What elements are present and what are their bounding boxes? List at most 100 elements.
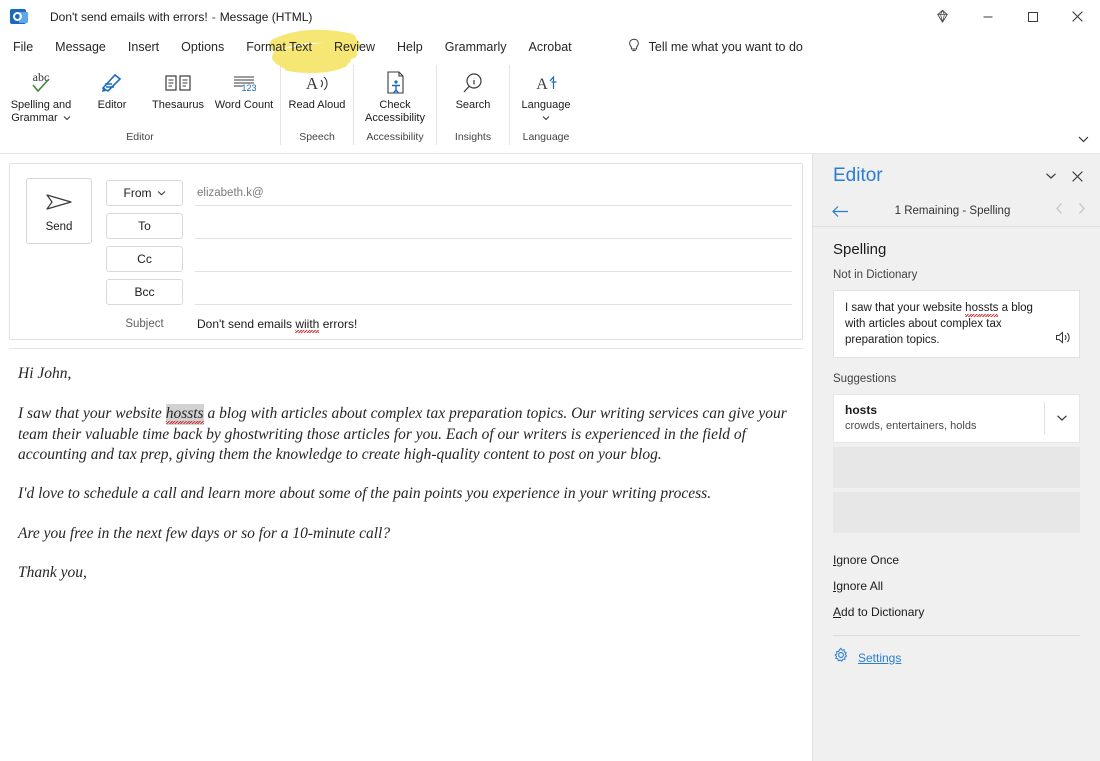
suggestion-placeholder-row: [833, 492, 1080, 533]
from-field-label: From: [124, 186, 152, 200]
ribbon-group-language: A Language Language: [509, 65, 582, 145]
window-doc-type: Message (HTML): [220, 10, 313, 24]
cc-field-value[interactable]: [195, 246, 792, 272]
chevron-down-icon[interactable]: [1044, 402, 1079, 434]
context-misspelled-word: hossts: [965, 300, 998, 316]
read-aloud-button[interactable]: A Read Aloud: [284, 65, 350, 112]
ribbon-group-language-label: Language: [513, 131, 579, 145]
tab-format-text[interactable]: Format Text: [235, 36, 323, 58]
suggestion-content: hosts crowds, entertainers, holds: [845, 402, 1044, 434]
to-field-value[interactable]: [195, 213, 792, 239]
body-paragraph-3: Are you free in the next few days or so …: [18, 524, 788, 544]
cc-field-row: Cc: [106, 242, 792, 275]
speaker-icon[interactable]: [1055, 330, 1072, 350]
ribbon-group-speech-label: Speech: [284, 131, 350, 145]
editor-pane-title: Editor: [833, 165, 1038, 187]
chevron-down-icon[interactable]: [63, 115, 71, 121]
context-before: I saw that your website: [845, 302, 965, 314]
subject-text-after: errors!: [319, 317, 357, 331]
ignore-all-link[interactable]: Ignore All: [833, 573, 1100, 599]
subject-input[interactable]: Don't send emails wiith errors!: [195, 317, 792, 331]
tell-me-search[interactable]: Tell me what you want to do: [627, 38, 803, 57]
spelling-and-grammar-button[interactable]: abc Spelling and Grammar: [3, 65, 79, 124]
svg-text:123: 123: [241, 83, 256, 93]
back-arrow-icon[interactable]: [831, 205, 857, 218]
check-accessibility-icon: [380, 68, 410, 98]
body-closing: Thank you,: [18, 563, 788, 583]
tab-file[interactable]: File: [2, 36, 44, 58]
add-to-dictionary-link[interactable]: Add to Dictionary: [833, 599, 1100, 625]
close-icon[interactable]: [1064, 163, 1090, 189]
suggestions-list: hosts crowds, entertainers, holds: [833, 394, 1080, 533]
editor-label: Editor: [98, 99, 127, 112]
editor-pane: Editor 1 Remaining - Spelling Spelling N…: [812, 154, 1100, 761]
read-aloud-icon: A: [302, 68, 332, 98]
tab-acrobat[interactable]: Acrobat: [518, 36, 583, 58]
from-field[interactable]: From: [106, 180, 183, 206]
bcc-field-label: Bcc: [134, 285, 154, 299]
diamond-icon[interactable]: [919, 0, 965, 33]
search-button[interactable]: Search: [440, 65, 506, 112]
message-body[interactable]: Hi John, I saw that your website hossts …: [18, 364, 788, 583]
thesaurus-button[interactable]: Thesaurus: [145, 65, 211, 112]
tell-me-label: Tell me what you want to do: [649, 40, 803, 54]
check-accessibility-button[interactable]: Check Accessibility: [357, 65, 433, 124]
message-header-card: Send From elizabeth.k@ To: [9, 163, 803, 340]
window-title-text: Don't send emails with errors!: [50, 10, 208, 24]
editor-section-title: Spelling: [813, 227, 1100, 258]
tab-review[interactable]: Review: [323, 36, 386, 58]
body-greeting: Hi John,: [18, 364, 788, 384]
add-to-dictionary-accel: A: [833, 605, 841, 619]
ignore-all-rest: nore All: [843, 579, 883, 593]
bcc-field-value[interactable]: [195, 279, 792, 305]
ribbon-collapse-chevron-down-icon[interactable]: [1077, 131, 1090, 149]
body-misspelled-word[interactable]: hossts: [166, 404, 204, 426]
editor-button[interactable]: Editor: [79, 65, 145, 112]
editor-settings-link[interactable]: Settings: [813, 636, 1100, 668]
close-icon[interactable]: [1055, 0, 1100, 33]
check-accessibility-label: Check Accessibility: [360, 99, 430, 124]
word-count-button[interactable]: 123 Word Count: [211, 65, 277, 112]
from-field-value[interactable]: elizabeth.k@: [195, 180, 792, 206]
ignore-once-link[interactable]: Ignore Once: [833, 547, 1100, 573]
chevron-right-icon[interactable]: [1070, 202, 1092, 220]
tab-grammarly[interactable]: Grammarly: [434, 36, 518, 58]
send-arrow-icon: [43, 190, 75, 219]
maximize-icon[interactable]: [1010, 0, 1055, 33]
chevron-down-icon[interactable]: [1038, 163, 1064, 189]
suggestion-synonyms: crowds, entertainers, holds: [845, 419, 1044, 434]
tab-options[interactable]: Options: [170, 36, 235, 58]
tab-insert[interactable]: Insert: [117, 36, 170, 58]
chevron-down-icon[interactable]: [542, 115, 550, 121]
svg-text:A: A: [536, 76, 548, 93]
send-button[interactable]: Send: [26, 178, 92, 244]
chevron-down-icon[interactable]: [157, 190, 166, 196]
bcc-field-row: Bcc: [106, 275, 792, 308]
minimize-icon[interactable]: [965, 0, 1010, 33]
compose-area: Send From elizabeth.k@ To: [0, 154, 812, 761]
error-context-box: I saw that your website hossts a blog wi…: [833, 290, 1080, 358]
to-field-label: To: [138, 219, 151, 233]
suggestions-label: Suggestions: [813, 358, 1100, 385]
add-to-dictionary-rest: dd to Dictionary: [841, 605, 924, 619]
suggestion-hosts[interactable]: hosts crowds, entertainers, holds: [833, 394, 1080, 443]
main-area: Send From elizabeth.k@ To: [0, 154, 1100, 761]
compose-scrollbar[interactable]: [801, 354, 809, 755]
tab-message[interactable]: Message: [44, 36, 117, 58]
body-p1-before: I saw that your website: [18, 405, 166, 422]
cc-field-label: Cc: [137, 252, 152, 266]
ribbon-group-accessibility-label: Accessibility: [357, 131, 433, 145]
ribbon-group-insights-label: Insights: [440, 131, 506, 145]
ribbon-group-accessibility: Check Accessibility Accessibility: [353, 65, 436, 145]
title-bar: Don't send emails with errors!-Message (…: [0, 0, 1100, 33]
tab-help[interactable]: Help: [386, 36, 434, 58]
body-paragraph-2: I'd love to schedule a call and learn mo…: [18, 484, 788, 504]
language-button[interactable]: A Language: [513, 65, 579, 124]
cc-field[interactable]: Cc: [106, 246, 183, 272]
subject-misspelled-word: wiith: [295, 317, 319, 331]
chevron-left-icon[interactable]: [1048, 202, 1070, 220]
from-field-row: From elizabeth.k@: [106, 176, 792, 209]
svg-text:A: A: [306, 74, 319, 93]
to-field[interactable]: To: [106, 213, 183, 239]
bcc-field[interactable]: Bcc: [106, 279, 183, 305]
